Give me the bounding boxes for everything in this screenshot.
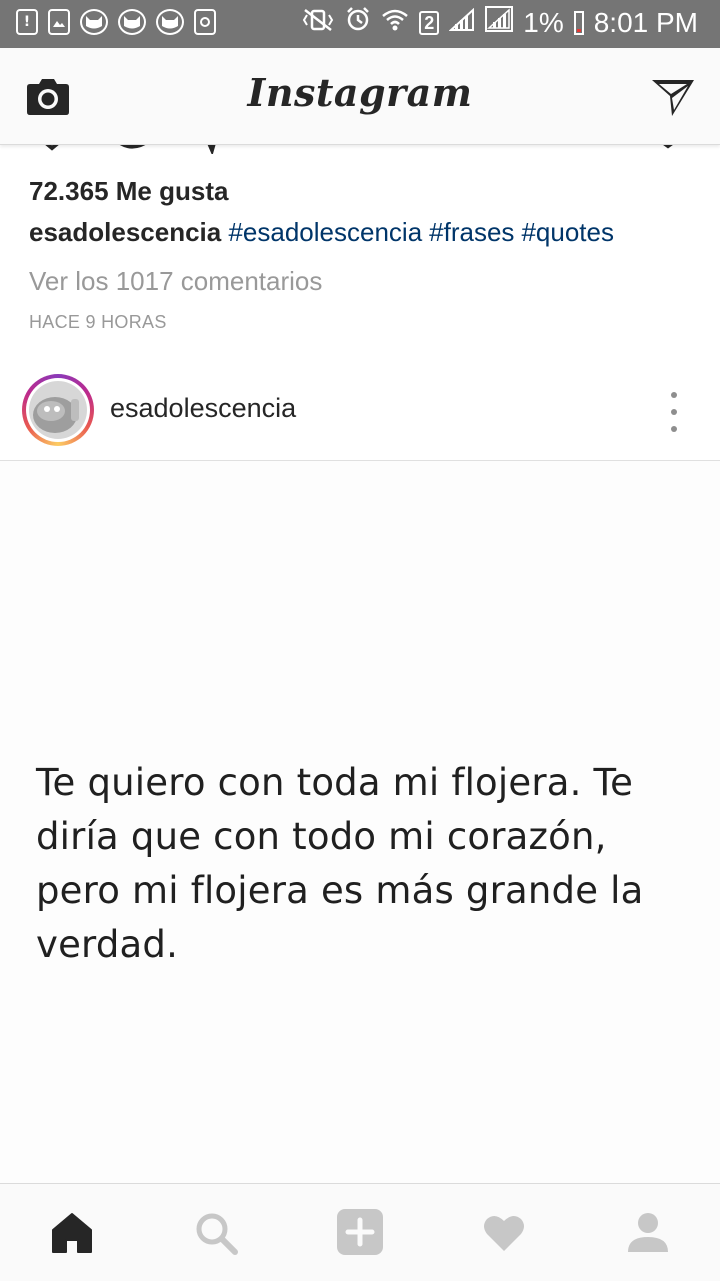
likes-count[interactable]: 72.365 Me gusta — [29, 176, 228, 207]
post-image[interactable]: Te quiero con toda mi flojera. Te diría … — [0, 461, 720, 1183]
profile-icon[interactable] — [625, 1210, 671, 1256]
app-header: Instagram — [0, 48, 720, 145]
cat-icon — [156, 9, 184, 35]
avatar-frame — [26, 378, 90, 442]
heart-icon[interactable] — [481, 1210, 527, 1256]
system-status: 2 1% 8:01 PM — [301, 6, 698, 39]
post-header: esadolescencia — [0, 362, 720, 461]
sim-slot-badge: 2 — [419, 10, 440, 35]
battery-alert-icon: ! — [16, 9, 38, 35]
hashtag[interactable]: #frases — [429, 217, 514, 247]
dot — [671, 426, 677, 432]
bottom-navigation — [0, 1183, 720, 1281]
notification-icons: ! — [16, 9, 216, 35]
signal-icon — [448, 7, 475, 39]
clock: 8:01 PM — [593, 6, 698, 38]
add-icon[interactable] — [336, 1208, 384, 1256]
alarm-icon — [345, 6, 371, 39]
dot — [671, 392, 677, 398]
hashtag[interactable]: #esadolescencia — [228, 217, 422, 247]
view-comments-link[interactable]: Ver los 1017 comentarios — [29, 266, 322, 297]
avatar[interactable] — [22, 374, 94, 446]
post-timestamp: HACE 9 HORAS — [29, 312, 167, 332]
caption-username[interactable]: esadolescencia — [29, 217, 221, 247]
post-username[interactable]: esadolescencia — [110, 393, 296, 424]
battery-percent: 1% — [523, 6, 564, 38]
home-icon[interactable] — [49, 1210, 95, 1256]
more-options-icon[interactable] — [664, 392, 684, 432]
wifi-icon — [381, 7, 409, 39]
vibrate-mute-icon — [301, 8, 335, 38]
post-caption: esadolescencia #esadolescencia #frases #qu… — [29, 217, 614, 248]
search-icon[interactable] — [193, 1210, 239, 1256]
status-bar: ! 2 1% 8:01 PM — [0, 0, 720, 48]
cat-icon — [118, 9, 146, 35]
image-icon — [48, 9, 70, 35]
dot — [671, 409, 677, 415]
cat-icon — [80, 9, 108, 35]
instagram-logo: Instagram — [247, 70, 473, 115]
quote-text: Te quiero con toda mi flojera. Te diría … — [36, 761, 644, 966]
battery-icon — [573, 10, 584, 35]
hashtag[interactable]: #quotes — [521, 217, 614, 247]
recycle-icon — [194, 9, 216, 35]
direct-message-icon[interactable] — [650, 76, 696, 118]
avatar-image — [29, 381, 87, 439]
signal-icon — [485, 6, 514, 39]
